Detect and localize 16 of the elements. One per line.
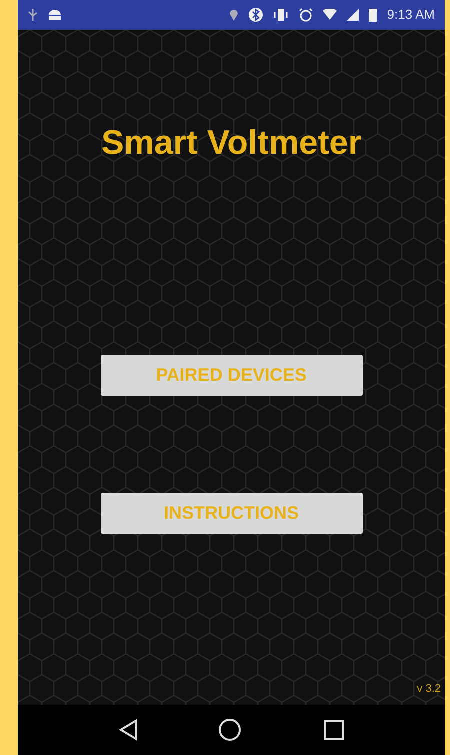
signal-icon <box>347 9 360 21</box>
status-time: 9:13 AM <box>387 6 435 24</box>
wifi-icon <box>323 9 338 21</box>
battery-icon <box>369 8 378 22</box>
menu-button[interactable]: PAIRED DEVICES <box>100 355 362 396</box>
version-label: v 3.2 <box>417 682 441 696</box>
vibrate-icon <box>273 8 290 22</box>
back-icon[interactable] <box>118 719 138 741</box>
location-icon <box>229 8 240 22</box>
home-icon[interactable] <box>218 718 242 742</box>
alarm-icon <box>299 8 314 22</box>
menu-button[interactable]: INSTRUCTIONS <box>100 493 362 534</box>
bluetooth-icon <box>249 8 264 22</box>
usb-icon <box>28 8 38 22</box>
recent-apps-icon[interactable] <box>322 719 345 741</box>
app-title: Smart Voltmeter <box>101 123 362 164</box>
